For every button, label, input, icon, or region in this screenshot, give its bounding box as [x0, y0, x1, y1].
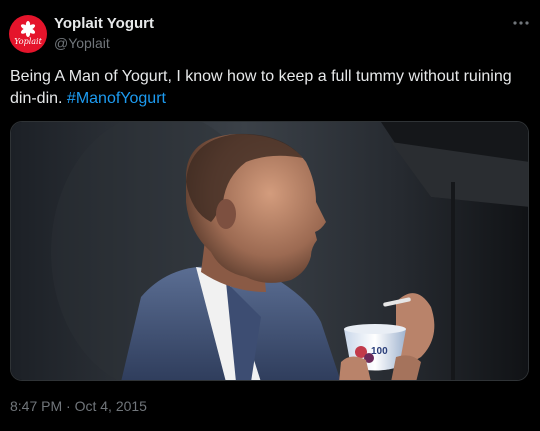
- hashtag-link[interactable]: #ManofYogurt: [67, 90, 166, 107]
- tweet-timestamp[interactable]: 8:47 PM · Oct 4, 2015: [10, 398, 147, 414]
- yogurt-cup-label: 100: [371, 346, 388, 357]
- photo-man-eating-yogurt: 100: [11, 122, 528, 380]
- author-handle[interactable]: @Yoplait: [54, 35, 110, 51]
- tweet-date: Oct 4, 2015: [74, 398, 147, 414]
- avatar[interactable]: Yoplait: [9, 15, 47, 53]
- tweet-time: 8:47 PM: [10, 398, 63, 414]
- author-name[interactable]: Yoplait Yogurt: [54, 15, 154, 32]
- tweet-text: Being A Man of Yogurt, I know how to kee…: [10, 66, 525, 110]
- more-icon[interactable]: [508, 14, 534, 32]
- timestamp-separator: ·: [62, 398, 75, 414]
- tweet-photo[interactable]: 100: [10, 121, 529, 381]
- tweet-card: Yoplait Yoplait Yogurt @Yoplait Being A …: [0, 0, 540, 431]
- avatar-brand-text: Yoplait: [14, 37, 42, 46]
- flower-icon: [20, 21, 36, 37]
